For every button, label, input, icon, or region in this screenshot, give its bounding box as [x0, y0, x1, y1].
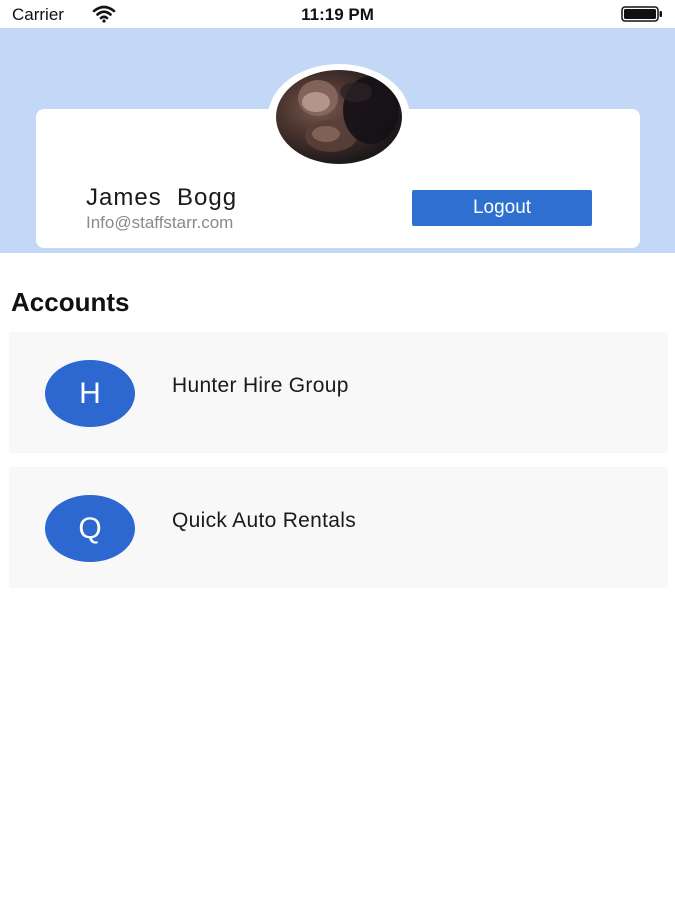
- status-time: 11:19 PM: [301, 5, 374, 24]
- avatar[interactable]: [276, 70, 402, 164]
- account-name: Hunter Hire Group: [172, 374, 349, 397]
- accounts-heading: Accounts: [11, 287, 130, 317]
- logout-button[interactable]: Logout: [412, 190, 592, 226]
- status-bar: Carrier 11:19 PM: [0, 0, 675, 28]
- profile-name: James Bogg: [86, 184, 238, 211]
- account-initial-badge: H: [45, 360, 135, 427]
- account-name: Quick Auto Rentals: [172, 509, 356, 532]
- account-initial-badge: Q: [45, 495, 135, 562]
- account-row-hunter-hire-group[interactable]: H Hunter Hire Group: [9, 332, 668, 453]
- battery-icon: [621, 6, 663, 22]
- profile-email: Info@staffstarr.com: [86, 213, 234, 232]
- account-row-quick-auto-rentals[interactable]: Q Quick Auto Rentals: [9, 467, 668, 588]
- profile-screen: Carrier 11:19 PM James Bogg Info@staffst…: [0, 0, 675, 900]
